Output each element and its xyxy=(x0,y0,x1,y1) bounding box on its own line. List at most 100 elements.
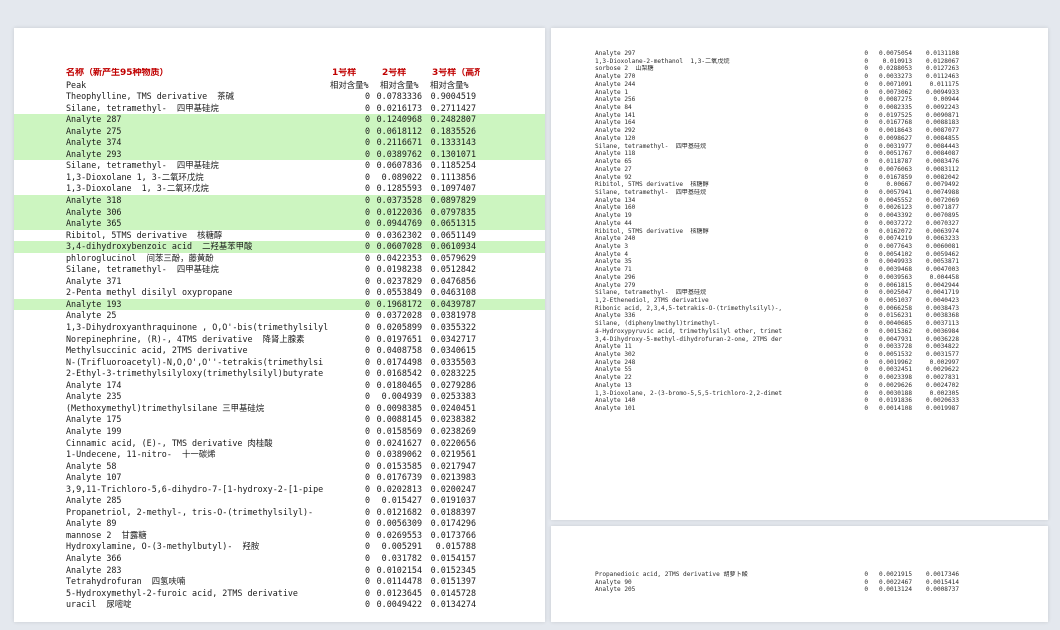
sample-2-value: 0.0156231 xyxy=(878,312,912,320)
sample-3-value: 0.002997 xyxy=(929,358,959,366)
sample-1-value: 0 xyxy=(364,229,370,240)
compound-name: Analyte 1 xyxy=(595,88,629,96)
sample-1-value: 0 xyxy=(864,397,868,405)
sample-1-value: 0 xyxy=(864,104,868,112)
sample-2-value: 0.0057941 xyxy=(878,188,912,196)
table-row: Analyte 27 0 0.0076063 0.0083112 xyxy=(551,166,1048,174)
sample-2-value: 0.0158569 xyxy=(376,425,422,436)
table-row: Cinnamic acid, (E)-, TMS derivative 肉桂酸 0… xyxy=(14,438,545,450)
sample-2-value: 0.004939 xyxy=(381,391,422,402)
sample-1-value: 0 xyxy=(864,88,868,96)
table-row: 1,3-Dihydroxyanthraquinone , O,O'-bis(tr… xyxy=(14,322,545,334)
document-page-1: 名称（新产生95种物质） 1号样 2号样 3号样（高剂 Peak 相对含量% 相… xyxy=(14,28,545,622)
sample-3-value: 0.0355322 xyxy=(430,322,476,333)
compound-name: Analyte 4 xyxy=(595,250,629,258)
compound-name: Analyte 193 xyxy=(66,298,122,309)
header-sample-1: 1号样 xyxy=(332,68,357,78)
compound-name: Analyte 160 xyxy=(595,204,636,212)
sample-1-value: 0 xyxy=(864,297,868,304)
sample-2-value: 0.0168542 xyxy=(376,368,422,379)
table-row: Analyte 318 0 0.0373528 0.0897829 xyxy=(14,195,545,207)
table-row: Tetrahydrofuran 四氢呋喃 0 0.0114478 0.0151397 xyxy=(14,576,545,588)
sample-2-value: 0.0043392 xyxy=(878,212,912,220)
sample-3-value: 0.0191037 xyxy=(430,495,476,506)
sample-3-value: 0.0154157 xyxy=(430,552,476,563)
sample-1-value: 0 xyxy=(864,119,868,127)
sample-3-value: 0.0174296 xyxy=(430,518,476,529)
sample-1-value: 0 xyxy=(364,552,370,563)
sample-3-value: 0.0651149 xyxy=(430,229,476,240)
compound-name: Analyte 140 xyxy=(595,397,636,405)
table-row: Analyte 160 0 0.0026123 0.0071877 xyxy=(551,204,1048,212)
compound-name: 3,4-dihydroxybenzoic acid 二羟基苯甲酸 xyxy=(66,241,253,252)
compound-name: (Methoxymethyl)trimethylsilane 三甲基硅烷 xyxy=(66,402,265,413)
sample-1-value: 0 xyxy=(864,327,868,335)
sample-1-value: 0 xyxy=(864,96,868,104)
sample-2-value: 0.0033728 xyxy=(878,343,912,351)
compound-table-end: Propanedioic acid, 2TMS derivative 胡萝卜酸 0… xyxy=(551,571,1048,594)
sample-2-value: 0.0029626 xyxy=(878,381,912,389)
table-row: Analyte 365 0 0.0944769 0.0651315 xyxy=(14,218,545,230)
compound-name: Norepinephrine, (R)-, 4TMS derivative 降肾… xyxy=(66,333,305,344)
sample-2-value: 0.0372028 xyxy=(376,310,422,321)
compound-name: Silane, tetramethyl- 四甲基硅烷 xyxy=(595,188,707,196)
compound-name: mannose 2 甘露糖 xyxy=(66,529,147,540)
sample-3-value: 0.0087077 xyxy=(925,127,959,135)
sample-2-value: 0.0066258 xyxy=(878,304,912,312)
sample-2-value: 0.1968172 xyxy=(376,298,422,309)
sample-1-value: 0 xyxy=(864,65,868,73)
sample-2-value: 0.031782 xyxy=(381,552,422,563)
table-row: uracil 尿嘧啶 0 0.0049422 0.0134274 xyxy=(14,599,545,611)
table-row: Silane, tetramethyl- 四甲基硅烷 0 0.0216173 0.27… xyxy=(14,103,545,115)
sample-3-value: 0.015788 xyxy=(435,541,476,552)
sample-3-value: 0.0340615 xyxy=(430,345,476,356)
sample-1-value: 0 xyxy=(364,195,370,206)
table-row: Analyte 240 0 0.0074219 0.0063233 xyxy=(551,235,1048,243)
sample-3-value: 0.002305 xyxy=(929,389,959,397)
sample-3-value: 0.0031577 xyxy=(925,351,959,359)
compound-name: Ribitol, 5TMS derivative 核糖醇 xyxy=(66,229,223,240)
sample-2-value: 0.0051767 xyxy=(878,150,912,158)
sample-1-value: 0 xyxy=(864,578,868,586)
compound-name: Analyte 205 xyxy=(595,586,636,594)
sample-1-value: 0 xyxy=(364,241,370,252)
sample-1-value: 0 xyxy=(864,242,868,250)
sample-3-value: 0.0145728 xyxy=(430,587,476,598)
compound-name: Analyte 318 xyxy=(66,195,122,206)
sample-2-value: 0.0051037 xyxy=(878,297,912,304)
sample-2-value: 0.1285593 xyxy=(376,183,422,194)
sample-3-value: 0.0063974 xyxy=(925,227,959,235)
table-row: 2-Ethyl-3-trimethylsilyloxy(trimethylsil… xyxy=(14,368,545,380)
sample-2-value: 0.0049933 xyxy=(878,258,912,266)
sample-2-value: 0.0237829 xyxy=(376,275,422,286)
sample-3-value: 0.0084443 xyxy=(925,142,959,150)
compound-name: Analyte 25 xyxy=(66,310,117,321)
compound-name: Analyte 92 xyxy=(595,173,632,181)
sample-1-value: 0 xyxy=(864,181,868,189)
table-row: Ribitol, 5TMS derivative 核糖醇 0 0.00667 0.00… xyxy=(551,181,1048,189)
sample-2-value: 0.0205899 xyxy=(376,322,422,333)
sample-1-value: 0 xyxy=(864,196,868,204)
compound-name: Analyte 244 xyxy=(595,80,636,88)
table-row: 1-Undecene, 11-nitro- 十一碳烯 0 0.0389062 0.02… xyxy=(14,449,545,461)
sample-1-value: 0 xyxy=(364,287,370,298)
sample-3-value: 0.0463108 xyxy=(430,287,476,298)
sample-2-value: 0.0013124 xyxy=(878,586,912,594)
sample-2-value: 0.0021915 xyxy=(878,571,912,578)
sample-3-value: 0.1333143 xyxy=(430,137,476,148)
table-row: Analyte 107 0 0.0176739 0.0213983 xyxy=(14,472,545,484)
compound-name: 2-Penta methyl disilyl oxypropane xyxy=(66,287,233,298)
sample-1-value: 0 xyxy=(864,212,868,220)
table-row: Analyte 235 0 0.004939 0.0253383 xyxy=(14,391,545,403)
table-row: Analyte 296 0 0.0039563 0.004458 xyxy=(551,274,1048,282)
sample-3-value: 0.004458 xyxy=(929,273,959,281)
sample-2-value: 0.0061815 xyxy=(878,281,912,289)
sample-3-value: 0.0024702 xyxy=(925,381,959,389)
sample-1-value: 0 xyxy=(864,111,868,119)
table-row: 1,3-Dioxolane, 2-(3-bromo-5,5,5-trichlor… xyxy=(551,390,1048,398)
sample-3-value: 0.0279286 xyxy=(430,379,476,390)
table-row: Analyte 374 0 0.2116671 0.1333143 xyxy=(14,137,545,149)
sample-1-value: 0 xyxy=(864,204,868,212)
sample-3-value: 0.0047003 xyxy=(925,266,959,274)
sample-1-value: 0 xyxy=(364,206,370,217)
